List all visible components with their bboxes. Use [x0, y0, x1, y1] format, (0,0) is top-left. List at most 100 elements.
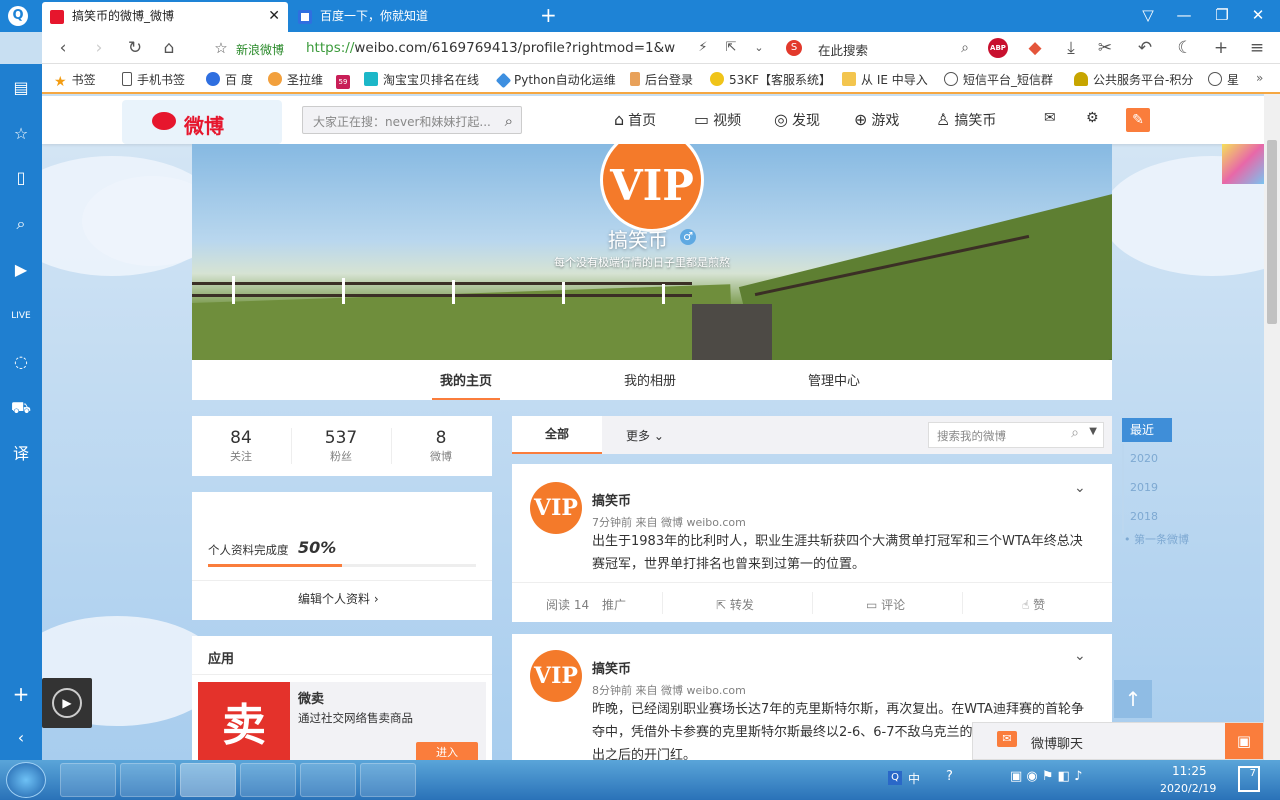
book-icon[interactable]: ▯ [0, 164, 42, 192]
skin-icon[interactable]: ▽ [1130, 0, 1166, 30]
bookmark-item[interactable]: 后台登录 [630, 71, 693, 88]
taskbar-app-icon[interactable] [60, 763, 116, 797]
ime-indicator[interactable]: 中 [908, 770, 920, 787]
search-box-label[interactable]: 在此搜索 [818, 40, 868, 59]
stat-posts[interactable]: 8 微博 [392, 428, 490, 464]
like-button[interactable]: ☝ 赞 [1022, 596, 1045, 613]
timeline-year[interactable]: 2019 [1130, 481, 1158, 494]
bookmark-item[interactable]: 53KF【客服系统】 [710, 71, 831, 88]
search-icon[interactable]: ⌕ [1071, 425, 1079, 441]
skin-corner-icon[interactable] [1222, 144, 1264, 184]
tab-manage-center[interactable]: 管理中心 [808, 370, 860, 389]
weibo-logo[interactable]: 微博 [122, 100, 282, 144]
favorite-star-icon[interactable]: ☆ [208, 32, 234, 64]
news-icon[interactable]: ▤ [0, 74, 42, 102]
add-icon[interactable]: + [0, 680, 42, 708]
favorites-icon[interactable]: ☆ [0, 120, 42, 148]
feed-tab-all[interactable]: 全部 [512, 416, 602, 454]
mail-icon[interactable]: ✉ [1044, 110, 1056, 126]
compose-icon[interactable]: ✎ [1126, 108, 1150, 132]
bookmark-item[interactable]: 短信平台_短信群 [944, 71, 1053, 88]
chevron-down-icon[interactable]: ⌄ [1074, 648, 1086, 664]
bookmarks-more-icon[interactable]: » [1256, 71, 1263, 85]
explorer-taskbar-icon[interactable] [120, 763, 176, 797]
nav-profile[interactable]: ♙ 搞笑币 [936, 110, 996, 130]
nav-home[interactable]: ⌂ 首页 [614, 110, 656, 130]
post-author[interactable]: 搞笑币 [592, 658, 631, 677]
tab-baidu[interactable]: 百度一下，你就知道 [290, 2, 530, 32]
browser-logo-icon[interactable]: Q [8, 6, 28, 26]
post-avatar[interactable]: VIP [530, 482, 582, 534]
bookmark-item[interactable]: 手机书签 [122, 71, 185, 88]
collapse-icon[interactable]: ‹ [0, 724, 42, 752]
chat-icon[interactable]: ◌ [0, 348, 42, 376]
tab-weibo[interactable]: 搞笑币的微博_微博 ✕ [42, 2, 288, 32]
dropdown-triangle-icon[interactable]: ▼ [1089, 426, 1097, 437]
stat-fans[interactable]: 537 粉丝 [292, 428, 390, 464]
lightning-icon[interactable]: ⚡ [690, 32, 716, 64]
bookmark-item[interactable]: 百 度 [206, 71, 253, 88]
maximize-icon[interactable]: ❐ [1204, 0, 1240, 30]
chat-bubble-icon[interactable]: ▣ [1225, 723, 1263, 759]
adblock-icon[interactable]: ABP [988, 38, 1008, 58]
chevron-down-icon[interactable]: ⌄ [1074, 480, 1086, 496]
video-float-widget[interactable]: ▶ [42, 678, 92, 728]
close-window-icon[interactable]: ✕ [1240, 0, 1276, 30]
tab-my-album[interactable]: 我的相册 [624, 370, 676, 389]
profile-avatar[interactable]: VIP [600, 144, 704, 232]
feed-tab-more[interactable]: 更多 ⌄ [626, 427, 664, 444]
url-field[interactable]: https://weibo.com/6169769413/profile?rig… [306, 40, 675, 56]
timeline-year[interactable]: 2020 [1130, 452, 1158, 465]
close-tab-icon[interactable]: ✕ [268, 2, 280, 30]
comment-button[interactable]: ▭ 评论 [866, 596, 905, 613]
clock-time[interactable]: 11:25 [1172, 764, 1207, 778]
nav-discover[interactable]: ◎ 发现 [774, 110, 820, 130]
live-icon[interactable]: LIVE [0, 302, 42, 330]
reload-icon[interactable]: ↻ [122, 32, 148, 64]
post-author[interactable]: 搞笑币 [592, 490, 631, 509]
clock-date[interactable]: 2020/2/19 [1160, 782, 1216, 795]
translate-icon[interactable]: 译 [0, 440, 42, 468]
share-icon[interactable]: ⇱ [718, 32, 744, 64]
bookmark-item[interactable]: 公共服务平台-积分 [1074, 71, 1193, 88]
video-taskbar-icon[interactable] [300, 763, 356, 797]
search-icon[interactable]: ⌕ [505, 112, 513, 130]
ime-q-icon[interactable]: Q [888, 771, 902, 785]
bookmark-item[interactable]: 圣拉维 [268, 71, 323, 88]
tab-my-home[interactable]: 我的主页 [431, 370, 501, 400]
weibo-chat-bar[interactable]: ✉ 微博聊天 ▣ [972, 722, 1264, 760]
start-button-icon[interactable] [6, 762, 46, 798]
minimize-icon[interactable]: — [1166, 0, 1202, 30]
notepad-taskbar-icon[interactable] [360, 763, 416, 797]
cart-icon[interactable]: ⛟ [0, 394, 42, 422]
nav-video[interactable]: ▭ 视频 [694, 110, 741, 130]
timeline-first[interactable]: • 第一条微博 [1124, 531, 1189, 547]
new-tab-button[interactable]: + [540, 3, 557, 27]
search-engine-icon[interactable]: S [786, 40, 802, 56]
forward-icon[interactable]: › [86, 32, 112, 64]
settings-gear-icon[interactable]: ⚙ [1086, 110, 1099, 126]
bookmark-item[interactable]: Python自动化运维 [495, 71, 616, 89]
nav-game[interactable]: ⊕ 游戏 [854, 110, 899, 130]
bookmark-item[interactable]: 星 [1208, 71, 1239, 88]
dropdown-icon[interactable]: ⌄ [746, 32, 772, 64]
tray-icons[interactable]: ▣ ◉ ⚑ ◧ ♪ [1010, 769, 1082, 784]
video-icon[interactable]: ▶ [0, 256, 42, 284]
weibo-search-input[interactable]: 大家正在搜：never和妹妹打起... ⌕ [302, 106, 522, 134]
add-icon[interactable]: + [1208, 32, 1234, 64]
search-icon[interactable]: ⌕ [952, 32, 978, 64]
search-icon[interactable]: ⌕ [0, 210, 42, 238]
scrollbar-thumb[interactable] [1267, 140, 1277, 324]
weimai-app-icon[interactable]: 卖 [198, 682, 290, 760]
back-icon[interactable]: ‹ [50, 32, 76, 64]
night-mode-icon[interactable]: ☾ [1172, 32, 1198, 64]
menu-icon[interactable]: ≡ [1244, 32, 1270, 64]
download-icon[interactable]: ⤓ [1058, 32, 1084, 64]
browser-taskbar-icon[interactable] [180, 763, 236, 797]
post-avatar[interactable]: VIP [530, 650, 582, 702]
game-icon[interactable]: ◆ [1022, 32, 1048, 64]
back-to-top-icon[interactable]: ↑ [1114, 680, 1152, 718]
repost-button[interactable]: ⇱ 转发 [716, 596, 754, 613]
scissors-icon[interactable]: ✂ [1092, 32, 1118, 64]
bookmark-item[interactable]: ★ 书签 [54, 71, 96, 90]
